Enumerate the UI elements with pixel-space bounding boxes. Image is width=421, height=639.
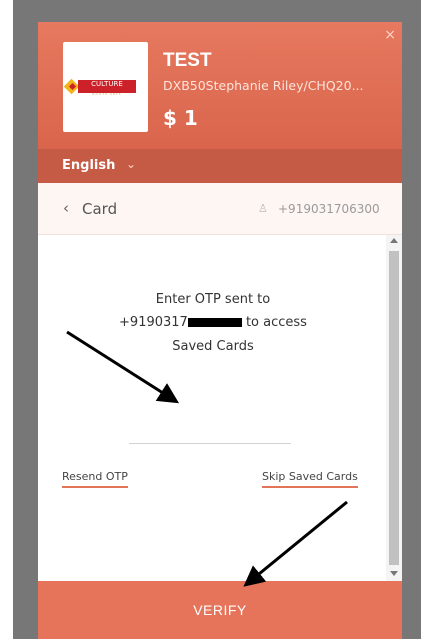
scroll-down-arrow-icon[interactable] xyxy=(390,571,398,576)
resend-otp-link[interactable]: Resend OTP xyxy=(62,470,128,488)
otp-instruction: Enter OTP sent to xyxy=(155,292,271,307)
back-chevron-icon[interactable]: ‹ xyxy=(63,199,69,217)
scroll-up-arrow-icon[interactable] xyxy=(390,238,398,243)
otp-phone-suffix: to access xyxy=(241,315,307,330)
user-icon: ♙ xyxy=(258,202,268,215)
scrollbar[interactable] xyxy=(386,235,402,581)
logo-subtext: ROOTS·ARTS xyxy=(92,92,122,96)
skip-saved-cards-link[interactable]: Skip Saved Cards xyxy=(262,470,358,488)
back-to-card-link[interactable]: Card xyxy=(82,200,117,218)
otp-panel: Enter OTP sent to +9190317 to access Sav… xyxy=(38,235,386,581)
otp-phone-prefix: +9190317 xyxy=(119,315,188,330)
scrollbar-thumb[interactable] xyxy=(389,251,399,565)
redaction-mark xyxy=(187,318,242,327)
payment-nav: ‹ Card ♙ +919031706300 xyxy=(38,183,402,235)
otp-input[interactable] xyxy=(129,422,291,444)
payment-amount: $ 1 xyxy=(163,106,198,130)
merchant-name: TEST xyxy=(163,50,212,71)
payment-modal: × CULTURE ROOTS·ARTS TEST DXB50Stephanie… xyxy=(38,22,402,639)
merchant-header: × CULTURE ROOTS·ARTS TEST DXB50Stephanie… xyxy=(38,22,402,149)
contact-phone: +919031706300 xyxy=(278,202,380,216)
merchant-description: DXB50Stephanie Riley/CHQ20... xyxy=(163,78,364,93)
verify-button[interactable]: VERIFY xyxy=(38,581,402,639)
close-icon[interactable]: × xyxy=(384,28,396,42)
merchant-logo: CULTURE ROOTS·ARTS xyxy=(63,42,148,132)
chevron-down-icon[interactable]: ⌄ xyxy=(126,157,136,171)
language-selector[interactable]: English ⌄ xyxy=(38,149,402,183)
otp-saved-cards-text: Saved Cards xyxy=(172,339,254,354)
otp-phone-line: +9190317 to access xyxy=(38,315,388,330)
language-label[interactable]: English xyxy=(62,158,115,173)
